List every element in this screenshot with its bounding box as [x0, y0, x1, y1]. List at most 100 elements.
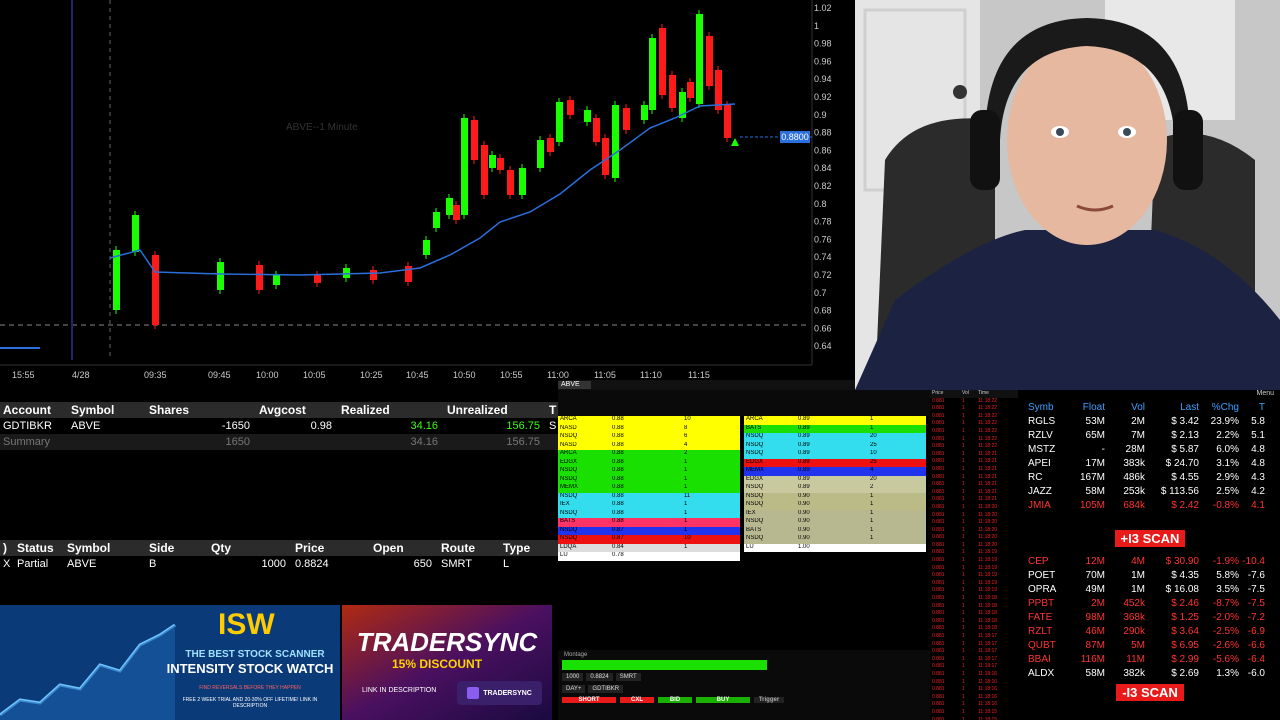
l2-row[interactable]: BATS 0.89 1	[744, 424, 926, 433]
l2-row[interactable]: NSDQ 0.89 20	[744, 433, 926, 442]
scanner-row[interactable]: CEP 12M 4M $ 30.90 -1.9% -10.4	[1020, 554, 1280, 568]
col-cancel[interactable]: )	[0, 541, 14, 555]
l2-row[interactable]: NSDQ 0.88 1	[558, 509, 740, 518]
chart-canvas[interactable]: 1.02 1 0.98 0.96 0.94 0.92 0.9 0.88 0.86 0.84 0.82…	[0, 0, 855, 385]
col-qty[interactable]: Qty	[208, 541, 292, 555]
scanner-row[interactable]: MSTZ - 28M $ 5.87 6.0% 4.8	[1020, 442, 1280, 456]
l2-row[interactable]: NSDQ 0.88 11	[558, 492, 740, 501]
price-tick-label: 0.7	[814, 288, 827, 298]
table-row[interactable]: X Partial ABVE B 1000 0.8824 650 SMRT L	[0, 556, 558, 572]
l2-row[interactable]: NASD 0.88 4	[558, 441, 740, 450]
l2-row[interactable]: MEMX 0.89 4	[744, 467, 926, 476]
l2-row[interactable]: EDGX 0.89 25	[744, 458, 926, 467]
price-input[interactable]: 0.8824	[586, 673, 613, 681]
scanner-row[interactable]: OPRA 49M 1M $ 16.08 3.5% -7.5	[1020, 582, 1280, 596]
col-route[interactable]: Route	[438, 541, 500, 555]
l2-row[interactable]: NSDQ 0.89 25	[744, 441, 926, 450]
trigger-button[interactable]: Trigger	[754, 697, 784, 703]
l2-row[interactable]: NASD 0.88 8	[558, 424, 740, 433]
scanner-row[interactable]: JMIA 105M 684k $ 2.42 -0.8% 4.1	[1020, 498, 1280, 512]
tradersync-ad-banner[interactable]: TRADERSYNC 15% DISCOUNT LINK IN DESCRIPT…	[342, 605, 552, 720]
scanner-row[interactable]: POET 70M 1M $ 4.35 5.8% -7.6	[1020, 568, 1280, 582]
l2-row[interactable]: BATS 0.88 1	[558, 518, 740, 527]
col-status[interactable]: Status	[14, 541, 64, 555]
scanner-menu[interactable]: Menu	[1020, 390, 1280, 400]
l2-row[interactable]: NSDQ 0.88 1	[558, 467, 740, 476]
bid-button[interactable]: BID	[658, 697, 692, 703]
col-avgcost[interactable]: Avgcost	[256, 403, 338, 417]
col-last[interactable]: Last	[1148, 402, 1202, 413]
scanner-row[interactable]: ALDX 58M 382k $ 2.69 1.3% -6.0	[1020, 666, 1280, 680]
col-shares[interactable]: Shares	[146, 403, 256, 417]
scanner-cell: 368k	[1123, 611, 1145, 623]
col-realized[interactable]: Realized	[338, 403, 444, 417]
col-symbol[interactable]: Symbol	[68, 403, 146, 417]
ts-cell: 1	[962, 511, 965, 518]
scanner-row[interactable]: FATE 98M 368k $ 1.25 -2.0% -7.2	[1020, 610, 1280, 624]
scanner-row[interactable]: RC 167M 486k $ 4.55 2.9% 4.3	[1020, 470, 1280, 484]
col-vol[interactable]: Vol	[1108, 402, 1148, 413]
col-symb[interactable]: Symb	[1020, 402, 1068, 413]
l2-row[interactable]: BATS 0.90 1	[744, 526, 926, 535]
scanner-cell: -	[1101, 443, 1105, 455]
scanner-row[interactable]: JAZZ 58M 253k $ 113.56 2.5% 4.2	[1020, 484, 1280, 498]
account-select[interactable]: GDTIBKR	[588, 685, 624, 693]
col-unrealized[interactable]: Unrealized	[444, 403, 546, 417]
l2-row[interactable]: NSDQ 0.90 1	[744, 518, 926, 527]
l2-row[interactable]: LU 1.00	[744, 543, 926, 552]
l2-row[interactable]: NSDQ 0.90 1	[744, 501, 926, 510]
col-type[interactable]: Type	[500, 541, 550, 555]
buy-button[interactable]: BUY	[696, 697, 750, 703]
l2-row[interactable]: NSDQ 0.89 2	[744, 484, 926, 493]
col-side[interactable]: Side	[146, 541, 208, 555]
col-chg[interactable]: %Chg	[1202, 402, 1242, 413]
orders-header: ) Status Symbol Side Qty Price Open Rout…	[0, 540, 558, 556]
col-open[interactable]: Open	[370, 541, 438, 555]
l2-row[interactable]: LU 0.78	[558, 552, 740, 561]
cancel-button[interactable]: CXL	[620, 697, 654, 703]
candle-body	[567, 100, 574, 115]
route-select[interactable]: SMRT	[615, 673, 641, 681]
col-float[interactable]: Float	[1068, 402, 1108, 413]
l2-row[interactable]: IEX 0.88 1	[558, 501, 740, 510]
l2-symbol-input[interactable]: ABVE	[558, 381, 591, 389]
scanner-row[interactable]: QUBT 87M 5M $ 6.95 -2.6% -6.6	[1020, 638, 1280, 652]
ts-row: 0.881 1 11:18:17	[930, 656, 1018, 664]
l2-row[interactable]: NSDQ 0.90 1	[744, 535, 926, 544]
l2-row[interactable]: NSDQ 0.87 1	[558, 526, 740, 535]
l2-row[interactable]: NSDQ 0.88 1	[558, 475, 740, 484]
col-account[interactable]: Account	[0, 403, 68, 417]
tif-select[interactable]: DAY+	[562, 685, 586, 693]
col-price[interactable]: Price	[292, 541, 370, 555]
l2-row[interactable]: ARCA 0.88 2	[558, 450, 740, 459]
short-button[interactable]: SHORT	[562, 697, 616, 703]
l2-row[interactable]: NSDQ 0.90 1	[744, 492, 926, 501]
qty-input[interactable]: 1000	[562, 673, 584, 681]
l2-row[interactable]: MEMX 0.88 1	[558, 484, 740, 493]
col-t[interactable]: T	[1242, 402, 1268, 413]
l2-row[interactable]: EDGX 0.88 1	[558, 458, 740, 467]
l2-row[interactable]: IEX 0.90 1	[744, 509, 926, 518]
scanner-row[interactable]: APEI 17M 383k $ 24.70 3.1% 4.8	[1020, 456, 1280, 470]
scanner-row[interactable]: RGLS 53M 2M $ 3.42 23.9% 5.8	[1020, 414, 1280, 428]
scanner-row[interactable]: RZLT 46M 290k $ 3.64 -2.5% -6.9	[1020, 624, 1280, 638]
col-symbol[interactable]: Symbol	[64, 541, 146, 555]
cancel-order-button[interactable]: X	[0, 558, 14, 570]
ts-body[interactable]: 0.881 1 11:18:22 0.881 1 11:18:22 0.881 1 11:18:…	[930, 398, 1018, 720]
price-chart[interactable]: 1.02 1 0.98 0.96 0.94 0.92 0.9 0.88 0.86 0.84 0.82…	[0, 0, 855, 385]
l2-row[interactable]: NSDQ 0.88 6	[558, 433, 740, 442]
l2-row[interactable]: EDGX 0.89 20	[744, 475, 926, 484]
scanner-row[interactable]: RZLV 65M 7M $ 2.13 2.2% 5.1	[1020, 428, 1280, 442]
l2-row[interactable]: ARCA 0.89 1	[744, 416, 926, 425]
l2-row[interactable]: ARCA 0.88 10	[558, 416, 740, 425]
table-row[interactable]: GDTIBKR ABVE -1650 0.98 34.16 156.75 S	[0, 418, 558, 434]
l2-row[interactable]: NSDQ 0.87 10	[558, 535, 740, 544]
scanner-row[interactable]: BBAI 116M 11M $ 2.99 -5.6% -6.4	[1020, 652, 1280, 666]
l2-row[interactable]: LDQA 0.84 1	[558, 543, 740, 552]
ts-row: 0.881 1 11:18:17	[930, 663, 1018, 671]
scanner-row[interactable]: PPBT 2M 452k $ 2.46 -8.7% -7.5	[1020, 596, 1280, 610]
col-t[interactable]: T	[546, 403, 558, 417]
l2-row[interactable]: NSDQ 0.89 10	[744, 450, 926, 459]
l2-price: 0.88	[612, 509, 624, 516]
isw-ad-banner[interactable]: ISW THE BEST STOCK SCANNER INTENSITY STO…	[0, 605, 340, 720]
